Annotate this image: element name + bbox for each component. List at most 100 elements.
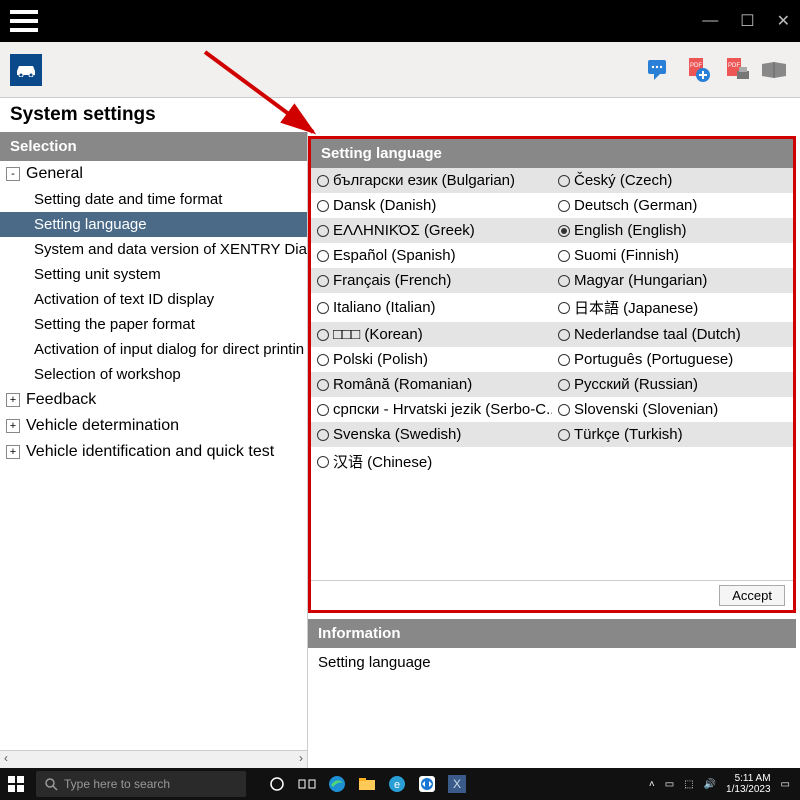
radio-icon[interactable]	[558, 250, 570, 262]
start-button[interactable]	[0, 768, 32, 800]
task-view-icon[interactable]	[296, 773, 318, 795]
language-option[interactable]: српски - Hrvatski jezik (Serbo-C...	[311, 397, 552, 422]
language-option[interactable]: 日本語 (Japanese)	[552, 293, 793, 322]
sidebar-item[interactable]: Setting date and time format	[0, 187, 307, 212]
radio-icon[interactable]	[317, 225, 329, 237]
clock-date: 1/13/2023	[726, 784, 771, 795]
hamburger-menu[interactable]	[10, 10, 38, 32]
tree-toggle-icon[interactable]: -	[6, 167, 20, 181]
language-option[interactable]: Türkçe (Turkish)	[552, 422, 793, 447]
language-option[interactable]: Português (Portuguese)	[552, 347, 793, 372]
radio-icon[interactable]	[558, 275, 570, 287]
sidebar-item[interactable]: Selection of workshop	[0, 362, 307, 387]
close-button[interactable]: ✕	[777, 11, 790, 31]
sidebar-item[interactable]: +Vehicle determination	[0, 413, 307, 439]
pdf-print-icon[interactable]: PDF	[720, 54, 752, 86]
sidebar-item[interactable]: +Vehicle identification and quick test	[0, 439, 307, 465]
sidebar-item[interactable]: + Feedback	[0, 387, 307, 413]
sidebar-item[interactable]: -General	[0, 161, 307, 187]
language-option[interactable]: Nederlandse taal (Dutch)	[552, 322, 793, 347]
sidebar-item[interactable]: Setting the paper format	[0, 312, 307, 337]
sidebar-item-label: Feedback	[26, 391, 96, 409]
language-option[interactable]: Français (French)	[311, 268, 552, 293]
teamviewer-icon[interactable]	[416, 773, 438, 795]
language-option[interactable]: □□□ (Korean)	[311, 322, 552, 347]
pdf-load-icon[interactable]: PDF	[682, 54, 714, 86]
radio-icon[interactable]	[558, 379, 570, 391]
radio-icon[interactable]	[317, 456, 329, 468]
language-option[interactable]: Český (Czech)	[552, 168, 793, 193]
language-option[interactable]: Español (Spanish)	[311, 243, 552, 268]
radio-icon[interactable]	[558, 429, 570, 441]
chat-icon[interactable]	[644, 54, 676, 86]
radio-icon[interactable]	[558, 200, 570, 212]
language-option[interactable]: Svenska (Swedish)	[311, 422, 552, 447]
language-option[interactable]: Italiano (Italian)	[311, 293, 552, 322]
radio-icon[interactable]	[317, 379, 329, 391]
radio-icon[interactable]	[317, 404, 329, 416]
minimize-button[interactable]: —	[702, 12, 718, 30]
cortana-icon[interactable]	[266, 773, 288, 795]
language-option[interactable]: Polski (Polish)	[311, 347, 552, 372]
tray-battery-icon[interactable]: ▭	[665, 779, 674, 790]
tray-chevron-icon[interactable]: ˄	[649, 779, 655, 790]
maximize-button[interactable]: ☐	[740, 11, 754, 31]
tree-toggle-icon[interactable]: +	[6, 445, 20, 459]
language-label: български език (Bulgarian)	[333, 172, 515, 189]
search-input[interactable]: Type here to search	[36, 771, 246, 797]
book-icon[interactable]	[758, 54, 790, 86]
language-label: Português (Portuguese)	[574, 351, 733, 368]
scroll-right-icon[interactable]: ›	[299, 751, 303, 768]
language-label: 日本語 (Japanese)	[574, 297, 698, 318]
language-option[interactable]: български език (Bulgarian)	[311, 168, 552, 193]
language-option[interactable]: Magyar (Hungarian)	[552, 268, 793, 293]
radio-icon[interactable]	[317, 175, 329, 187]
sidebar-item[interactable]: System and data version of XENTRY Dia	[0, 237, 307, 262]
tray-clock[interactable]: 5:11 AM 1/13/2023	[726, 773, 771, 795]
radio-icon[interactable]	[317, 302, 329, 314]
xentry-icon[interactable]: X	[446, 773, 468, 795]
sidebar-scrollbar[interactable]: ‹ ›	[0, 750, 307, 768]
car-icon[interactable]	[10, 54, 42, 86]
language-option[interactable]: English (English)	[552, 218, 793, 243]
radio-icon[interactable]	[317, 329, 329, 341]
language-option[interactable]: Deutsch (German)	[552, 193, 793, 218]
radio-icon[interactable]	[558, 404, 570, 416]
language-header: Setting language	[311, 139, 793, 168]
ie-icon[interactable]: e	[386, 773, 408, 795]
language-option[interactable]: ΕΛΛΗΝΙΚΌΣ (Greek)	[311, 218, 552, 243]
information-body: Setting language	[308, 648, 796, 768]
accept-button[interactable]: Accept	[719, 585, 785, 606]
language-option[interactable]: Suomi (Finnish)	[552, 243, 793, 268]
language-option[interactable]: Slovenski (Slovenian)	[552, 397, 793, 422]
radio-icon[interactable]	[558, 225, 570, 237]
sidebar-item[interactable]: Setting unit system	[0, 262, 307, 287]
radio-icon[interactable]	[317, 275, 329, 287]
explorer-icon[interactable]	[356, 773, 378, 795]
language-option[interactable]: 汉语 (Chinese)	[311, 447, 552, 476]
tree-toggle-icon[interactable]: +	[6, 419, 20, 433]
tray-volume-icon[interactable]: 🔊	[704, 779, 716, 790]
tray-notifications-icon[interactable]: ▭	[781, 779, 790, 790]
sidebar-item[interactable]: Setting language	[0, 212, 307, 237]
search-icon	[44, 777, 58, 791]
edge-icon[interactable]	[326, 773, 348, 795]
language-label: Français (French)	[333, 272, 451, 289]
language-option[interactable]: Română (Romanian)	[311, 372, 552, 397]
radio-icon[interactable]	[558, 329, 570, 341]
sidebar-item[interactable]: Activation of input dialog for direct pr…	[0, 337, 307, 362]
sidebar-item[interactable]: Activation of text ID display	[0, 287, 307, 312]
radio-icon[interactable]	[558, 175, 570, 187]
scroll-left-icon[interactable]: ‹	[4, 751, 8, 768]
radio-icon[interactable]	[317, 200, 329, 212]
radio-icon[interactable]	[317, 354, 329, 366]
radio-icon[interactable]	[317, 429, 329, 441]
tray-network-icon[interactable]: ⬚	[684, 779, 693, 790]
radio-icon[interactable]	[558, 354, 570, 366]
language-option[interactable]: Dansk (Danish)	[311, 193, 552, 218]
language-option[interactable]: Русский (Russian)	[552, 372, 793, 397]
radio-icon[interactable]	[317, 250, 329, 262]
language-label: Český (Czech)	[574, 172, 672, 189]
radio-icon[interactable]	[558, 302, 570, 314]
tree-toggle-icon[interactable]: +	[6, 393, 20, 407]
